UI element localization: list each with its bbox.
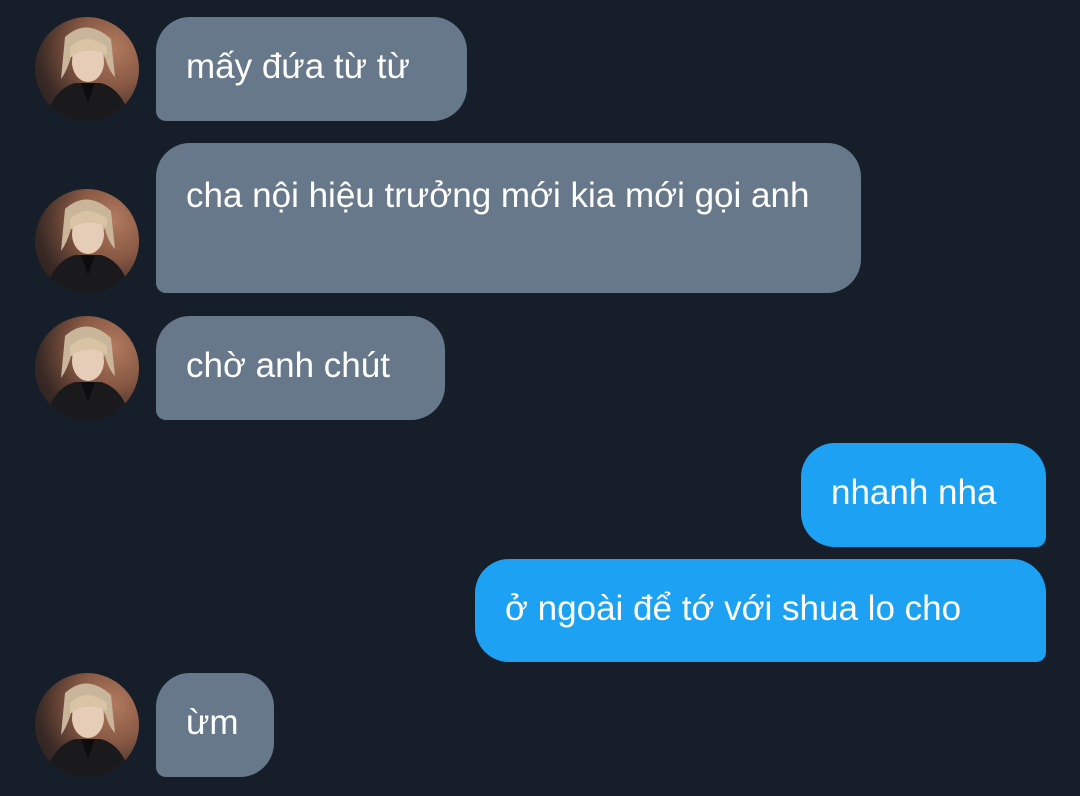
message-text: chờ anh chút [186,346,390,385]
sender-avatar-icon[interactable] [35,316,139,420]
message-text: ở ngoài để tớ với shua lo cho [505,589,962,628]
outgoing-message-bubble[interactable]: ở ngoài để tớ với shua lo cho [475,559,1046,662]
message-text: ừm [186,703,239,742]
incoming-message-bubble[interactable]: cha nội hiệu trưởng mới kia mới gọi anh [156,143,861,293]
incoming-message-bubble[interactable]: chờ anh chút [156,316,445,420]
sender-avatar-icon[interactable] [35,673,139,777]
sender-avatar-icon[interactable] [35,189,139,293]
message-text: nhanh nha [831,473,997,512]
message-text: mấy đứa từ từ [186,47,410,86]
outgoing-message-bubble[interactable]: nhanh nha [801,443,1046,547]
message-text: cha nội hiệu trưởng mới kia mới gọi anh [186,176,810,215]
incoming-message-bubble[interactable]: ừm [156,673,274,777]
sender-avatar-icon[interactable] [35,17,139,121]
incoming-message-bubble[interactable]: mấy đứa từ từ [156,17,467,121]
chat-thread: mấy đứa từ từ cha nội hiệu trưởng mới ki… [0,0,1080,796]
